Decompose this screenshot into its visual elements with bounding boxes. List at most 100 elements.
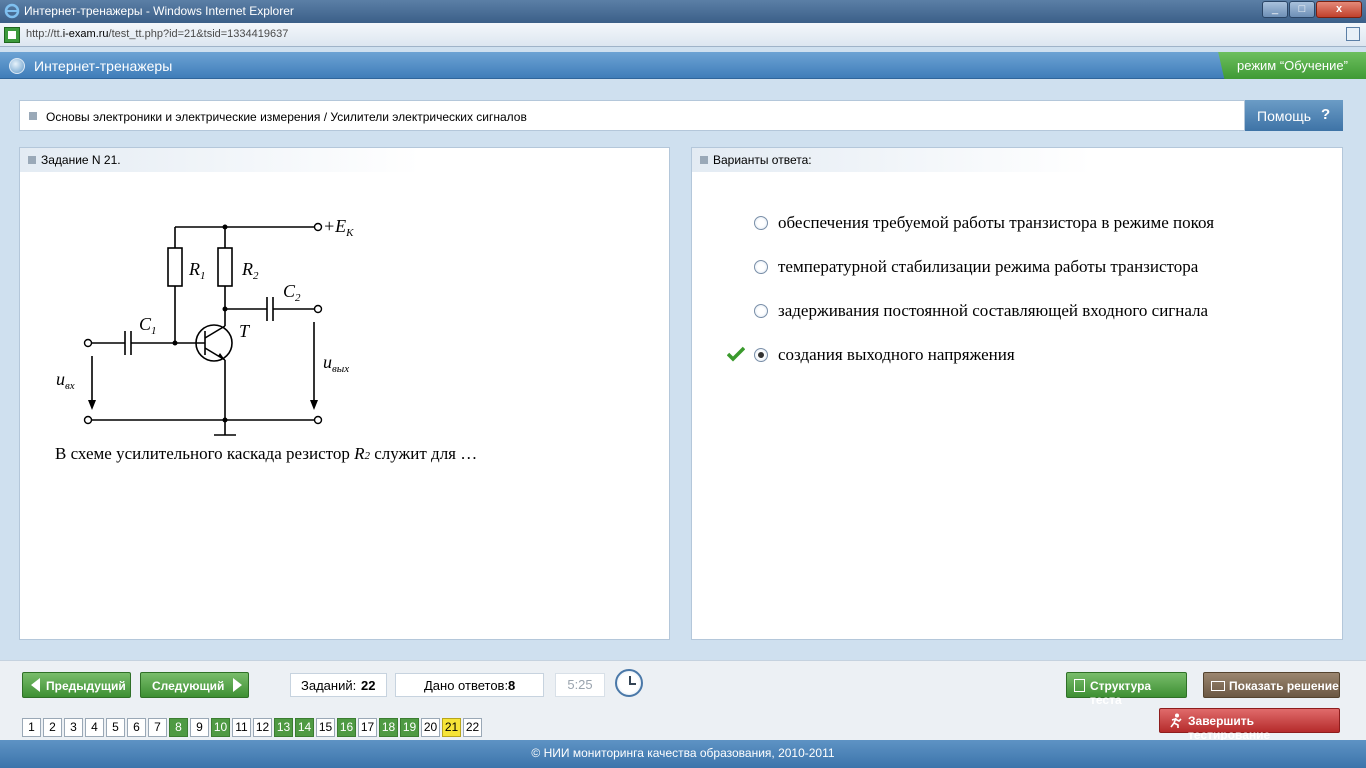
answer-option[interactable]: обеспечения требуемой работы транзистора… [692,208,1332,238]
help-button[interactable]: Помощь ? [1245,100,1343,131]
svg-text:R1: R1 [188,259,206,282]
page-number-6[interactable]: 6 [127,718,146,737]
address-bar[interactable]: http://tt.i-exam.ru/test_tt.php?id=21&ts… [0,23,1366,47]
answers-count-value: 8 [508,678,516,693]
svg-text:C2: C2 [283,281,301,304]
breadcrumb-text: Основы электроники и электрические измер… [46,110,527,124]
answer-text[interactable]: обеспечения требуемой работы транзистора… [778,213,1214,233]
bullet-square-icon [28,156,36,164]
page-number-17[interactable]: 17 [358,718,377,737]
compatibility-view-icon[interactable] [1346,27,1360,41]
bullet-square-icon [29,112,37,120]
page-number-21[interactable]: 21 [442,718,461,737]
answer-text[interactable]: температурной стабилизации режима работы… [778,257,1198,277]
test-structure-button[interactable]: Структура теста [1066,672,1187,707]
page-number-22[interactable]: 22 [463,718,482,737]
breadcrumb: Основы электроники и электрические измер… [19,100,1245,131]
page-favicon-icon [4,27,20,43]
internet-explorer-icon [4,3,20,19]
answer-option-selected[interactable]: создания выходного напряжения [692,340,1332,370]
svg-text:R2: R2 [241,259,259,282]
clock-icon[interactable] [615,669,643,697]
app-title: Интернет-тренажеры [34,58,173,74]
page-number-20[interactable]: 20 [421,718,440,737]
uout-sub: вых [332,363,349,375]
c1-sub: 1 [151,325,157,337]
svg-text:uвых: uвых [323,352,349,375]
answer-radio[interactable] [754,304,768,318]
previous-label: Предыдущий [46,679,126,693]
url-text[interactable]: http://tt.i-exam.ru/test_tt.php?id=21&ts… [26,28,288,40]
running-man-icon [1170,713,1182,728]
page-number-11[interactable]: 11 [232,718,251,737]
answer-option[interactable]: задерживания постоянной составляющей вхо… [692,296,1332,326]
r2-label: R [241,259,253,279]
amplifier-circuit-diagram: +EK R1 R2 C1 C2 T uвх uвых [56,216,354,436]
page-number-3[interactable]: 3 [64,718,83,737]
finish-test-button[interactable]: Завершить тестирование [1159,708,1340,742]
minimize-button[interactable]: _ [1262,1,1288,18]
answers-panel-header: Варианты ответа: [692,148,1092,172]
svg-text:C1: C1 [139,314,157,337]
window-titlebar: Интернет-тренажеры - Windows Internet Ex… [0,0,1366,23]
tasks-count-value: 22 [361,678,376,693]
page-number-2[interactable]: 2 [43,718,62,737]
page-number-1[interactable]: 1 [22,718,41,737]
question-text: В схеме усилительного каскада резистор R… [55,444,478,463]
page-number-19[interactable]: 19 [400,718,419,737]
page-number-15[interactable]: 15 [316,718,335,737]
maximize-button[interactable]: □ [1289,1,1315,18]
page-number-12[interactable]: 12 [253,718,272,737]
finish-test-label: Завершить тестирование [1188,714,1271,742]
c2-sub: 2 [295,292,301,304]
page-number-18[interactable]: 18 [379,718,398,737]
mode-label: режим “Обучение” [1237,58,1348,73]
answers-count-label: Дано ответов: [424,678,509,693]
page-number-9[interactable]: 9 [190,718,209,737]
app-logo-icon [9,58,25,74]
svg-text:+EK: +EK [323,216,354,239]
answer-radio[interactable] [754,216,768,230]
ek-label: +E [323,216,346,236]
previous-button[interactable]: Предыдущий [22,672,131,698]
answer-text[interactable]: создания выходного напряжения [778,345,1015,365]
window-title: Интернет-тренажеры - Windows Internet Ex… [24,4,294,18]
page-number-16[interactable]: 16 [337,718,356,737]
answers-header: Варианты ответа: [713,153,812,167]
transistor-label: T [239,321,251,341]
page-number-8[interactable]: 8 [169,718,188,737]
ek-sub: K [345,227,354,239]
page-number-10[interactable]: 10 [211,718,230,737]
timer: 5:25 [555,673,605,697]
answer-radio-selected[interactable] [754,348,768,362]
task-panel: Задание N 21. +EK R1 R2 C1 C2 T uвх uвых… [19,147,670,640]
tasks-count-box: Заданий: 22 [290,673,387,697]
arrow-right-icon [233,678,242,692]
app-header: Интернет-тренажеры режим “Обучение” [0,52,1366,79]
next-label: Следующий [152,679,225,693]
page-number-7[interactable]: 7 [148,718,167,737]
uout-label: u [323,352,332,372]
next-button[interactable]: Следующий [140,672,249,698]
page-number-5[interactable]: 5 [106,718,125,737]
show-solution-button[interactable]: Показать решение [1203,672,1340,698]
r2-sub: 2 [253,270,259,282]
show-solution-label: Показать решение [1229,679,1339,693]
uin-label: u [56,369,65,389]
svg-text:uвх: uвх [56,369,75,392]
help-label: Помощь [1257,108,1312,124]
page-number-4[interactable]: 4 [85,718,104,737]
close-window-button[interactable]: x [1316,1,1362,18]
page-number-13[interactable]: 13 [274,718,293,737]
answer-radio[interactable] [754,260,768,274]
book-icon [1211,681,1225,691]
answer-option[interactable]: температурной стабилизации режима работы… [692,252,1332,282]
mode-badge: режим “Обучение” [1218,52,1366,79]
checkmark-icon [727,346,745,362]
test-structure-label: Структура теста [1090,679,1152,707]
answer-text[interactable]: задерживания постоянной составляющей вхо… [778,301,1208,321]
answers-count-box: Дано ответов: 8 [395,673,544,697]
arrow-left-icon [31,678,40,692]
page-number-14[interactable]: 14 [295,718,314,737]
r1-sub: 1 [200,270,206,282]
